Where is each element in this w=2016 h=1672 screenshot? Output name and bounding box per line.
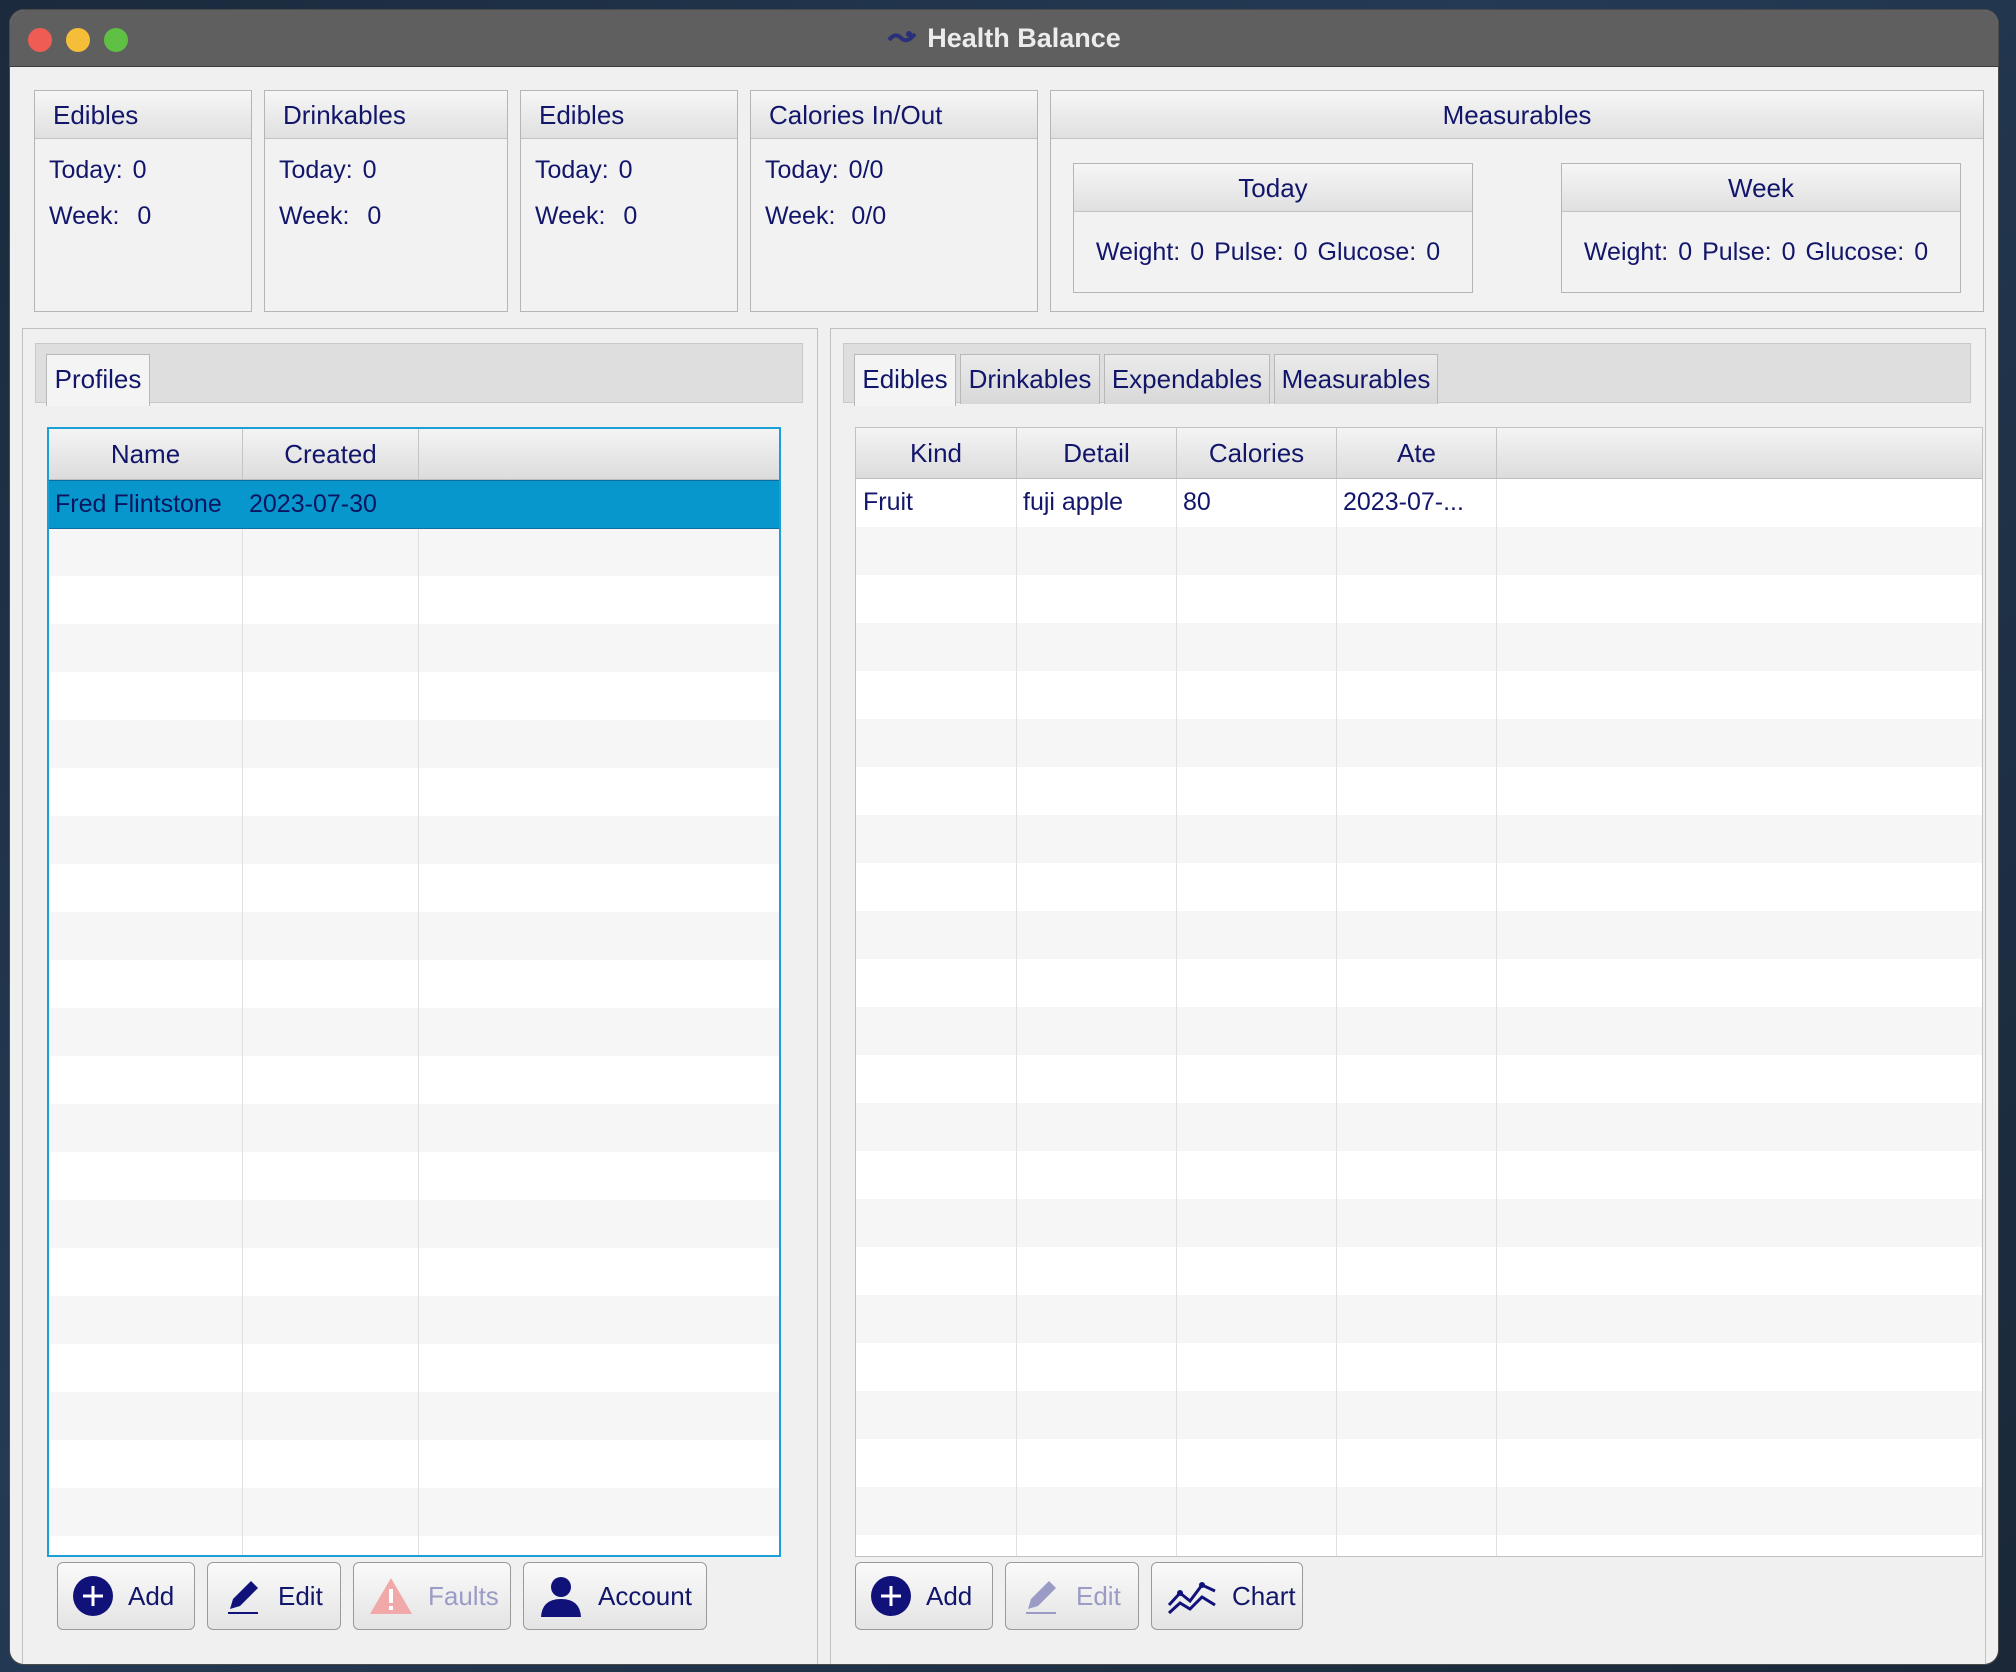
week-label: Week: bbox=[49, 202, 120, 230]
drinkables-summary: Drinkables Today: 0 Week: 0 bbox=[264, 90, 508, 312]
today-label: Today: bbox=[765, 156, 839, 184]
profiles-table[interactable]: Name Created Fred Flintstone 2023-07-30 bbox=[47, 427, 781, 1557]
edibles-summary-title: Edibles bbox=[35, 91, 251, 139]
today-pulse-value: 0 bbox=[1293, 238, 1308, 266]
add-entry-button[interactable]: Add bbox=[855, 1562, 993, 1630]
add-button-label: Add bbox=[128, 1580, 175, 1611]
tab-measurables[interactable]: Measurables bbox=[1274, 354, 1438, 404]
profile-created-cell: 2023-07-30 bbox=[249, 490, 377, 518]
edibles2-today-value: 0 bbox=[618, 156, 633, 184]
pencil-icon bbox=[1026, 1581, 1056, 1614]
plus-circle-icon bbox=[871, 1576, 911, 1616]
drinkables-today-value: 0 bbox=[362, 156, 377, 184]
edibles-table-header: Kind Detail Calories Ate bbox=[856, 428, 1982, 479]
edit-entry-button-label: Edit bbox=[1076, 1580, 1121, 1611]
edibles-today-value: 0 bbox=[132, 156, 147, 184]
details-panel: Edibles Drinkables Expendables Measurabl… bbox=[830, 328, 1986, 1664]
calories-summary: Calories In/Out Today: 0/0 Week: 0/0 bbox=[750, 90, 1038, 312]
account-button[interactable]: Account bbox=[523, 1562, 707, 1630]
column-header-kind[interactable]: Kind bbox=[856, 428, 1017, 478]
faults-button[interactable]: Faults bbox=[353, 1562, 511, 1630]
today-label: Today: bbox=[49, 156, 123, 184]
column-header-detail[interactable]: Detail bbox=[1017, 428, 1177, 478]
measurables-summary-title: Measurables bbox=[1051, 91, 1983, 139]
line-chart-icon bbox=[1167, 1582, 1216, 1615]
column-header-ate[interactable]: Ate bbox=[1337, 428, 1497, 478]
add-entry-button-label: Add bbox=[926, 1580, 973, 1611]
edit-entry-button[interactable]: Edit bbox=[1005, 1562, 1139, 1630]
warning-icon bbox=[370, 1578, 412, 1614]
edibles2-week-value: 0 bbox=[623, 202, 638, 230]
today-label: Today: bbox=[535, 156, 609, 184]
pulse-label: Pulse: bbox=[1214, 238, 1284, 266]
add-profile-button[interactable]: Add bbox=[57, 1562, 195, 1630]
user-icon bbox=[541, 1577, 581, 1617]
week-pulse-value: 0 bbox=[1781, 238, 1796, 266]
entry-detail-cell: fuji apple bbox=[1023, 488, 1124, 516]
edibles-week-value: 0 bbox=[137, 202, 152, 230]
tab-edibles[interactable]: Edibles bbox=[854, 354, 956, 406]
calories-week-value: 0/0 bbox=[851, 202, 887, 230]
calories-summary-title: Calories In/Out bbox=[751, 91, 1037, 139]
pulse-label: Pulse: bbox=[1702, 238, 1772, 266]
measurables-today-box: Today Weight: 0 Pulse: 0 Glucose: 0 bbox=[1073, 163, 1473, 293]
pencil-icon bbox=[228, 1581, 258, 1614]
edibles-summary: Edibles Today: 0 Week: 0 bbox=[34, 90, 252, 312]
edibles-summary-2-title: Edibles bbox=[521, 91, 737, 139]
week-glucose-value: 0 bbox=[1914, 238, 1929, 266]
tab-drinkables[interactable]: Drinkables bbox=[960, 354, 1100, 404]
title-bar[interactable]: Health Balance bbox=[10, 10, 1998, 67]
glucose-label: Glucose: bbox=[1317, 238, 1417, 266]
profile-name-cell: Fred Flintstone bbox=[55, 490, 222, 518]
column-header-name[interactable]: Name bbox=[49, 429, 243, 479]
glucose-label: Glucose: bbox=[1805, 238, 1905, 266]
today-label: Today: bbox=[279, 156, 353, 184]
measurables-week-title: Week bbox=[1562, 164, 1960, 212]
weight-label: Weight: bbox=[1095, 238, 1181, 266]
today-glucose-value: 0 bbox=[1426, 238, 1441, 266]
column-header-created[interactable]: Created bbox=[243, 429, 419, 479]
tab-expendables[interactable]: Expendables bbox=[1104, 354, 1270, 404]
edibles-summary-2: Edibles Today: 0 Week: 0 bbox=[520, 90, 738, 312]
entry-kind-cell: Fruit bbox=[863, 488, 913, 516]
window-title: Health Balance bbox=[927, 22, 1121, 53]
chart-button[interactable]: Chart bbox=[1151, 1562, 1303, 1630]
weight-label: Weight: bbox=[1583, 238, 1669, 266]
account-button-label: Account bbox=[598, 1580, 692, 1611]
profiles-table-header: Name Created bbox=[49, 429, 779, 480]
week-weight-value: 0 bbox=[1678, 238, 1693, 266]
app-window: Health Balance Edibles Today: 0 Week: 0 Dr… bbox=[10, 10, 1998, 1664]
profiles-panel: Profiles Name Created Fred Flintstone 20… bbox=[22, 328, 818, 1664]
faults-button-label: Faults bbox=[428, 1580, 499, 1611]
week-label: Week: bbox=[765, 202, 836, 230]
week-label: Week: bbox=[279, 202, 350, 230]
column-header-calories[interactable]: Calories bbox=[1177, 428, 1337, 478]
measurables-week-box: Week Weight: 0 Pulse: 0 Glucose: 0 bbox=[1561, 163, 1961, 293]
table-row[interactable]: Fred Flintstone 2023-07-30 bbox=[49, 480, 779, 529]
drinkables-summary-title: Drinkables bbox=[265, 91, 507, 139]
measurables-summary: Measurables Today Weight: 0 Pulse: 0 Glucose… bbox=[1050, 90, 1984, 312]
details-tab-bar: Edibles Drinkables Expendables Measurabl… bbox=[843, 343, 1971, 406]
edit-button-label: Edit bbox=[278, 1580, 323, 1611]
tab-profiles[interactable]: Profiles bbox=[46, 354, 150, 406]
chart-button-label: Chart bbox=[1232, 1580, 1296, 1611]
week-label: Week: bbox=[535, 202, 606, 230]
entry-calories-cell: 80 bbox=[1183, 488, 1211, 516]
today-weight-value: 0 bbox=[1190, 238, 1205, 266]
entry-ate-cell: 2023-07-... bbox=[1343, 488, 1464, 516]
measurables-today-title: Today bbox=[1074, 164, 1472, 212]
app-logo-icon bbox=[887, 31, 917, 43]
edibles-table[interactable]: Kind Detail Calories Ate Fruit fuji appl… bbox=[855, 427, 1983, 1557]
edit-profile-button[interactable]: Edit bbox=[207, 1562, 341, 1630]
profiles-table-body: Fred Flintstone 2023-07-30 bbox=[49, 480, 779, 1555]
drinkables-week-value: 0 bbox=[367, 202, 382, 230]
plus-circle-icon bbox=[73, 1576, 113, 1616]
edibles-table-body: Fruit fuji apple 80 2023-07-... bbox=[856, 479, 1982, 1556]
profiles-tab-bar: Profiles bbox=[35, 343, 803, 406]
calories-today-value: 0/0 bbox=[848, 156, 884, 184]
